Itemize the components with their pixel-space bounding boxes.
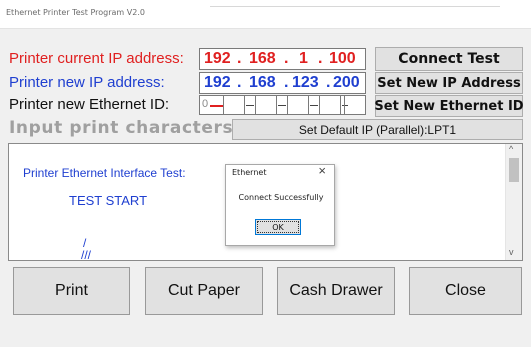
set-default-ip-button[interactable]: Set Default IP (Parallel):LPT1 bbox=[232, 119, 523, 140]
ethernet-id-separator bbox=[246, 105, 254, 106]
new-ethernet-id-label: Printer new Ethernet ID: bbox=[9, 96, 170, 113]
ethernet-id-first: 0 bbox=[202, 98, 209, 110]
ethernet-id-segment-3[interactable] bbox=[287, 96, 309, 114]
set-new-ethernet-id-button[interactable]: Set New Ethernet ID bbox=[374, 95, 524, 117]
connect-test-button[interactable]: Connect Test bbox=[375, 47, 523, 71]
new-ip-octet-3: 123 bbox=[292, 74, 319, 91]
scrollbar-thumb[interactable] bbox=[509, 158, 519, 182]
new-ip-field[interactable]: 192 . 168 . 123 . 200 bbox=[199, 72, 366, 94]
input-characters-label: Input print characters: bbox=[9, 118, 241, 138]
ethernet-id-segment-4[interactable] bbox=[319, 96, 341, 114]
scroll-up-icon[interactable]: ^ bbox=[509, 144, 513, 154]
current-ip-dot-3: . bbox=[318, 50, 323, 67]
new-ip-dot-1: . bbox=[237, 74, 242, 91]
scroll-down-icon[interactable]: v bbox=[509, 247, 514, 257]
current-ip-label: Printer current IP address: bbox=[9, 50, 184, 67]
ethernet-id-separator bbox=[278, 105, 286, 106]
set-new-ip-button[interactable]: Set New IP Address bbox=[375, 72, 523, 94]
frame-divider bbox=[0, 28, 531, 29]
new-ip-octet-4: 200 bbox=[333, 74, 360, 91]
title-divider bbox=[210, 6, 500, 7]
ok-button[interactable]: OK bbox=[255, 219, 301, 235]
cash-drawer-button[interactable]: Cash Drawer bbox=[277, 267, 395, 315]
print-button[interactable]: Print bbox=[13, 267, 130, 315]
message-dialog: Ethernet × Connect Successfully OK bbox=[225, 163, 335, 246]
vertical-scrollbar[interactable]: ^ v bbox=[505, 144, 522, 260]
ethernet-id-separator bbox=[310, 105, 318, 106]
dialog-title: Ethernet bbox=[232, 168, 267, 177]
current-ip-dot-2: . bbox=[284, 50, 289, 67]
output-line: /// bbox=[81, 248, 92, 261]
new-ip-dot-3: . bbox=[326, 74, 331, 91]
new-ip-octet-2: 168 bbox=[249, 74, 276, 91]
close-button[interactable]: Close bbox=[409, 267, 522, 315]
ethernet-id-segment-1[interactable] bbox=[223, 96, 245, 114]
current-ip-octet-3: 1 bbox=[299, 50, 308, 67]
current-ip-octet-4: 100 bbox=[329, 50, 356, 67]
new-ip-octet-1: 192 bbox=[204, 74, 231, 91]
output-line: TEST START bbox=[69, 193, 148, 208]
new-ip-label: Printer new IP address: bbox=[9, 74, 165, 91]
current-ip-octet-2: 168 bbox=[249, 50, 276, 67]
title-bar: Ethernet Printer Test Program V2.0 bbox=[0, 0, 531, 28]
ethernet-id-separator bbox=[210, 105, 224, 107]
output-line: Printer Ethernet Interface Test: bbox=[23, 166, 186, 180]
current-ip-octet-1: 192 bbox=[204, 50, 231, 67]
close-icon[interactable]: × bbox=[318, 163, 326, 178]
ethernet-id-field[interactable]: 0 bbox=[199, 95, 366, 115]
cut-paper-button[interactable]: Cut Paper bbox=[145, 267, 263, 315]
current-ip-field[interactable]: 192 . 168 . 1 . 100 bbox=[199, 48, 366, 70]
current-ip-dot-1: . bbox=[237, 50, 242, 67]
window-title: Ethernet Printer Test Program V2.0 bbox=[6, 8, 145, 17]
ethernet-id-segment-5[interactable] bbox=[344, 96, 365, 114]
ethernet-id-segment-2[interactable] bbox=[255, 96, 277, 114]
dialog-message: Connect Successfully bbox=[238, 193, 324, 202]
new-ip-dot-2: . bbox=[284, 74, 289, 91]
